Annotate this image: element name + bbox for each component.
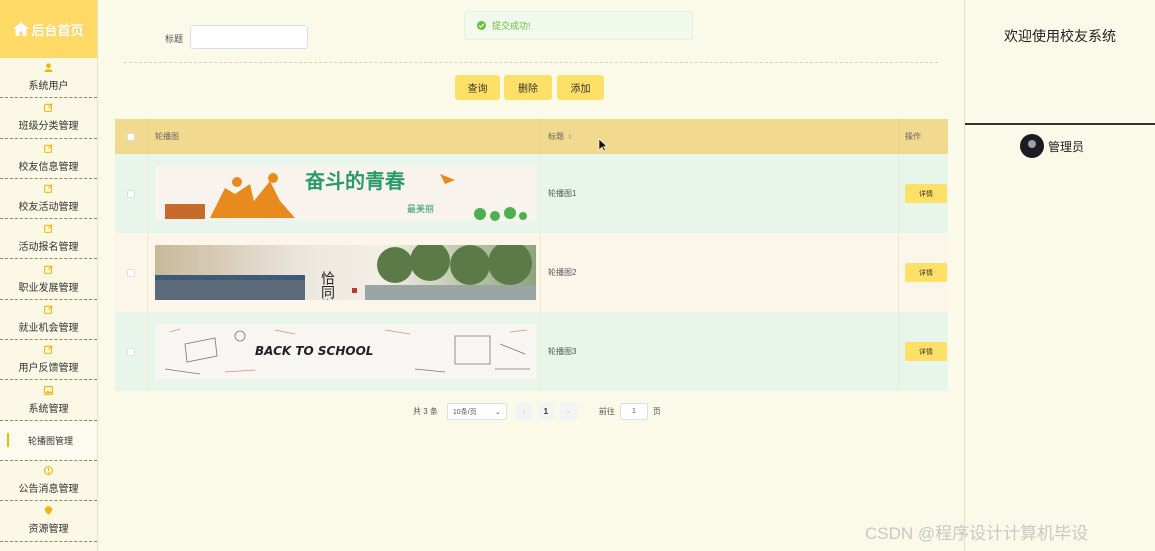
toast-message: 提交成功!: [492, 21, 531, 31]
sidebar: 后台首页 系统用户 班级分类管理 校友信息管理 校友活动管理 活动报名管理 职业…: [0, 0, 98, 551]
sidebar-item-label: 用户反馈管理: [18, 363, 79, 375]
check-circle-icon: [477, 21, 486, 30]
banner-image[interactable]: BACK TO SCHOOL: [155, 324, 536, 379]
info-icon: [44, 466, 53, 476]
welcome-text: 欢迎使用校友系统: [1004, 28, 1116, 44]
next-page-button[interactable]: ›: [558, 403, 577, 420]
sidebar-item-feedback[interactable]: 用户反馈管理: [0, 340, 97, 381]
user-icon: [44, 63, 53, 73]
banner-sub-1: 最美丽: [407, 203, 434, 215]
sidebar-item-activity-signup[interactable]: 活动报名管理: [0, 219, 97, 260]
sidebar-item-label: 活动报名管理: [18, 242, 79, 254]
sidebar-item-jobs[interactable]: 就业机会管理: [0, 300, 97, 341]
home-link[interactable]: 后台首页: [0, 0, 97, 58]
row-checkbox[interactable]: [127, 189, 135, 198]
mouse-cursor-icon: [598, 138, 608, 152]
detail-button[interactable]: 详情: [905, 342, 947, 361]
delete-button[interactable]: 删除: [504, 75, 552, 100]
edit-icon: [44, 305, 53, 314]
sidebar-item-label: 校友信息管理: [18, 161, 79, 173]
table-row: 恰同学少年 轮播图2 详情: [115, 233, 948, 312]
divider: [124, 62, 938, 63]
banner-image[interactable]: 恰同学少年: [155, 245, 536, 300]
header-title[interactable]: 标题: [548, 131, 564, 142]
title-search-input[interactable]: [190, 25, 308, 49]
sidebar-item-announcements[interactable]: 公告消息管理: [0, 461, 97, 502]
sidebar-item-more[interactable]: [0, 542, 97, 551]
goto-label: 前往: [598, 407, 615, 416]
pagination-total: 共 3 条: [413, 407, 438, 416]
table-row: BACK TO SCHOOL 轮播图3 详情: [115, 312, 948, 391]
right-panel: 欢迎使用校友系统 管理员: [964, 0, 1155, 551]
table-header: 轮播图 标题 ⇕ 操作: [115, 119, 948, 154]
detail-button[interactable]: 详情: [905, 263, 947, 282]
banner-text-2: 恰同学少年: [319, 271, 335, 300]
sidebar-item-class-category[interactable]: 班级分类管理: [0, 98, 97, 139]
page-size-value: 10条/页: [452, 408, 477, 416]
banner-image[interactable]: 奋斗的青春 最美丽: [155, 166, 536, 221]
sidebar-item-label: 职业发展管理: [18, 282, 79, 294]
edit-icon: [44, 264, 53, 274]
image-icon: [44, 385, 53, 395]
row-title: 轮播图1: [548, 189, 577, 198]
user-info[interactable]: 管理员: [1020, 134, 1084, 158]
prev-page-button[interactable]: ‹: [514, 403, 533, 420]
select-all-checkbox[interactable]: [127, 132, 135, 141]
row-checkbox[interactable]: [127, 268, 135, 277]
goto-page-input[interactable]: 1: [619, 403, 648, 420]
chevron-right-icon: ›: [566, 407, 570, 416]
edit-icon: [44, 184, 53, 193]
query-button[interactable]: 查询: [455, 75, 500, 100]
success-toast: 提交成功!: [464, 11, 693, 40]
sidebar-item-carousel[interactable]: 轮播图管理: [0, 420, 97, 461]
sidebar-item-label: 班级分类管理: [18, 121, 79, 133]
sidebar-item-label: 轮播图管理: [28, 435, 74, 446]
row-checkbox[interactable]: [127, 347, 135, 356]
row-title: 轮播图3: [548, 347, 577, 356]
sidebar-item-label: 系统用户: [28, 81, 69, 93]
user-name: 管理员: [1048, 139, 1085, 154]
sidebar-item-alumni-info[interactable]: 校友信息管理: [0, 139, 97, 179]
sidebar-item-career[interactable]: 职业发展管理: [0, 259, 97, 300]
edit-icon: [44, 345, 53, 355]
chevron-down-icon: ⌄: [495, 408, 501, 416]
sidebar-item-label: 系统管理: [28, 403, 69, 415]
edit-icon: [44, 103, 53, 113]
edit-icon: [44, 143, 53, 153]
sidebar-item-label: 校友活动管理: [18, 202, 79, 214]
sidebar-item-system-users[interactable]: 系统用户: [0, 58, 97, 99]
add-button[interactable]: 添加: [557, 75, 604, 100]
location-icon: [44, 506, 53, 516]
sidebar-item-label: 就业机会管理: [18, 322, 79, 334]
sidebar-item-label: 资源管理: [28, 524, 69, 536]
watermark: CSDN @程序设计计算机毕设: [865, 524, 1089, 543]
sidebar-item-alumni-activity[interactable]: 校友活动管理: [0, 179, 97, 220]
table-row: 奋斗的青春 最美丽 轮播图1 详情: [115, 154, 948, 233]
main-content: 提交成功! 标题 查询 删除 添加 轮播图 标题 ⇕ 操作 奋斗的青春 最美丽 …: [98, 0, 964, 551]
banner-text-3: BACK TO SCHOOL: [255, 344, 373, 358]
sidebar-item-label: 公告消息管理: [18, 484, 79, 496]
header-image: 轮播图: [155, 132, 179, 141]
pagination: 共 3 条 10条/页 ⌄ ‹ 1 › 前往 1 页: [413, 403, 661, 420]
banner-text-1: 奋斗的青春: [304, 169, 406, 193]
title-search-label: 标题: [165, 34, 184, 44]
chevron-left-icon: ‹: [522, 407, 526, 416]
carousel-table: 轮播图 标题 ⇕ 操作 奋斗的青春 最美丽 轮播图1 详情 轮播图2 详情 BA…: [115, 119, 948, 391]
divider: [965, 123, 1155, 125]
detail-button[interactable]: 详情: [905, 184, 947, 203]
page-number[interactable]: 1: [536, 403, 555, 420]
header-operation: 操作: [905, 132, 921, 141]
row-title: 轮播图2: [548, 268, 577, 277]
brand-label: 后台首页: [31, 22, 84, 38]
page-size-select[interactable]: 10条/页 ⌄: [446, 403, 507, 420]
sort-icon[interactable]: ⇕: [567, 133, 573, 141]
edit-icon: [44, 224, 53, 234]
avatar: [1020, 134, 1044, 158]
sidebar-item-resources[interactable]: 资源管理: [0, 501, 97, 542]
goto-suffix: 页: [652, 407, 661, 416]
sidebar-item-system-manage[interactable]: 系统管理: [0, 380, 97, 421]
home-icon: [13, 22, 30, 36]
